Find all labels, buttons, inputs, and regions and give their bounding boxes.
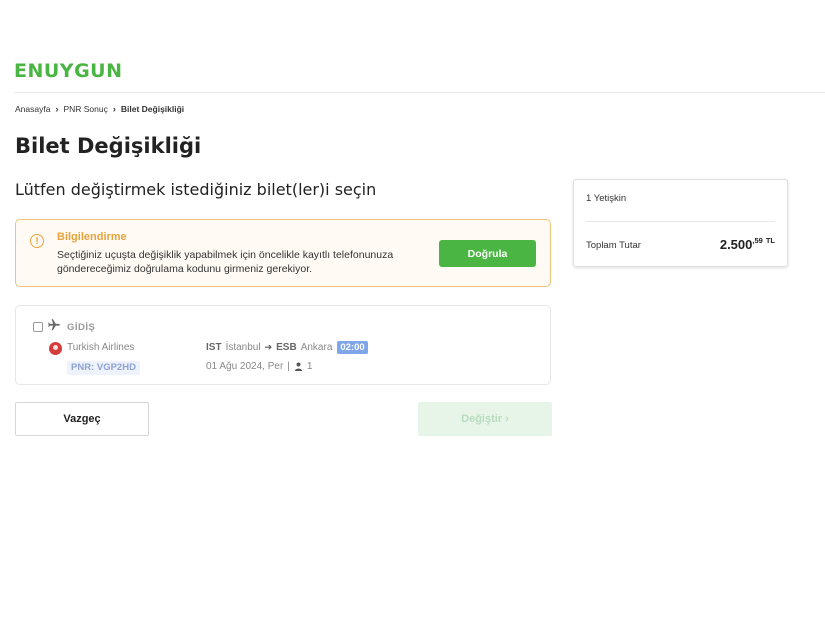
direction-label: GİDİŞ	[67, 322, 96, 333]
flight-select-checkbox[interactable]	[33, 322, 43, 332]
passenger-summary: 1 Yetişkin	[586, 193, 627, 204]
airline-name: Turkish Airlines	[67, 342, 135, 353]
person-icon	[294, 362, 303, 371]
destination-code: ESB	[276, 342, 297, 353]
arrow-right-icon: ➔	[264, 342, 273, 352]
enuygun-logo[interactable]: ENUYGUN	[14, 60, 123, 82]
separator: |	[287, 361, 290, 372]
info-box: ! Bilgilendirme Seçtiğiniz uçuşta değişi…	[15, 219, 551, 287]
cancel-button[interactable]: Vazgeç	[15, 402, 149, 436]
flight-card[interactable]: GİDİŞ Turkish Airlines PNR: VGP2HD IST İ…	[15, 305, 551, 385]
pnr-badge: PNR: VGP2HD	[67, 361, 140, 375]
breadcrumb: Anasayfa › PNR Sonuç › Bilet Değişikliği	[15, 104, 184, 114]
verify-button[interactable]: Doğrula	[439, 240, 536, 267]
passenger-count: 1	[306, 361, 313, 372]
breadcrumb-current: Bilet Değişikliği	[120, 104, 185, 114]
total-label: Toplam Tutar	[586, 240, 641, 251]
total-amount: 2.500,59 TL	[719, 236, 775, 252]
change-button[interactable]: Değiştir ›	[418, 402, 552, 436]
breadcrumb-home[interactable]: Anasayfa	[15, 104, 50, 114]
flight-date: 01 Ağu 2024, Per	[206, 361, 284, 372]
total-decimal: ,59	[752, 236, 763, 245]
info-title: Bilgilendirme	[57, 231, 127, 243]
breadcrumb-pnr-result[interactable]: PNR Sonuç	[63, 104, 107, 114]
change-button-label: Değiştir	[461, 413, 503, 425]
origin-city: İstanbul	[225, 342, 261, 353]
origin-code: IST	[206, 342, 222, 353]
page-title: Bilet Değişikliği	[15, 134, 202, 158]
page-subtitle: Lütfen değiştirmek istediğiniz bilet(ler…	[15, 180, 377, 199]
destination-city: Ankara	[300, 342, 333, 353]
warning-circle-icon: !	[30, 234, 44, 248]
header-divider	[14, 92, 825, 93]
turkish-airlines-logo-icon	[49, 342, 62, 355]
price-summary: 1 Yetişkin Toplam Tutar 2.500,59 TL	[573, 179, 788, 267]
chevron-right-icon: ›	[55, 104, 59, 114]
flight-route: IST İstanbul ➔ ESB Ankara 02:00	[206, 341, 368, 354]
airplane-icon	[48, 319, 60, 331]
currency: TL	[765, 236, 775, 245]
chevron-right-icon: ›	[505, 413, 509, 425]
flight-date-line: 01 Ağu 2024, Per | 1	[206, 361, 312, 372]
total-main: 2.500	[719, 237, 753, 252]
chevron-right-icon: ›	[112, 104, 116, 114]
info-text: Seçtiğiniz uçuşta değişiklik yapabilmek …	[57, 249, 394, 275]
duration-badge: 02:00	[337, 341, 368, 354]
summary-divider	[586, 221, 775, 222]
